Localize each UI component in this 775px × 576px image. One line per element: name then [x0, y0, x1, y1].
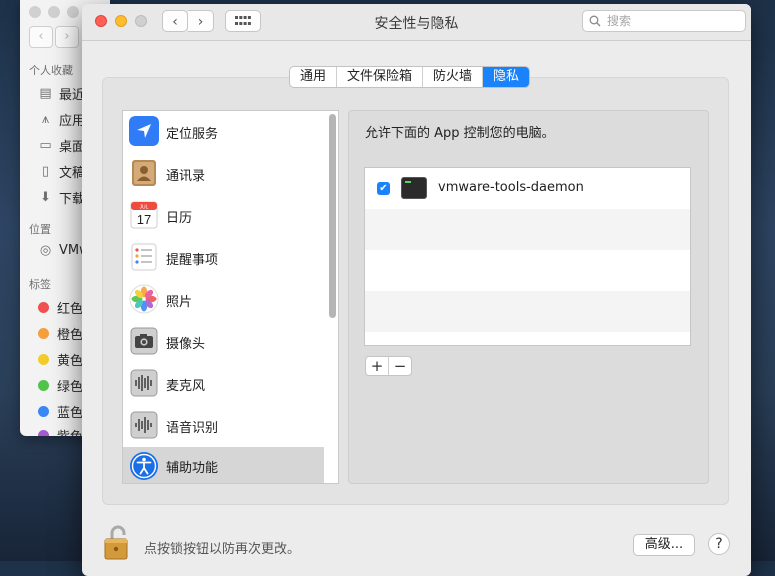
list-item-label: 语音识别	[166, 420, 219, 436]
finder-tag-orange[interactable]: 橙色	[38, 324, 83, 343]
finder-tag-label: 黄色	[57, 354, 84, 369]
download-icon: ⬇	[40, 190, 51, 205]
security-privacy-window: ‹ › 安全性与隐私 通用 文件保险箱 防火墙 隐私 定位服务	[82, 4, 751, 576]
list-item-photos[interactable]: 照片	[123, 279, 324, 321]
list-item-label: 摄像头	[166, 336, 206, 352]
list-item-calendar[interactable]: JUL 17 日历	[123, 195, 324, 237]
accessibility-icon	[130, 452, 158, 480]
title-bar: ‹ › 安全性与隐私	[82, 4, 751, 41]
scroll-thumb[interactable]	[329, 114, 336, 318]
search-input[interactable]	[605, 13, 729, 29]
calendar-month-text: JUL	[140, 205, 149, 211]
privacy-category-list[interactable]: 定位服务 通讯录 JUL17 日历 提醒事项 照片 摄像头 麦克风 语音识别	[122, 110, 339, 484]
tag-dot-icon	[38, 380, 49, 391]
desktop-icon: ▭	[39, 138, 52, 153]
empty-row	[365, 291, 690, 332]
finder-zoom-light[interactable]	[67, 6, 79, 18]
microphone-icon	[130, 369, 158, 397]
finder-item-documents[interactable]: ▯ 文稿	[38, 162, 85, 181]
finder-back-button[interactable]: ‹	[29, 26, 53, 48]
list-item-label: 照片	[166, 294, 193, 310]
tag-dot-icon	[38, 406, 49, 417]
finder-tag-label: 紫色	[57, 426, 83, 436]
finder-tag-purple[interactable]: 紫色	[38, 426, 83, 436]
app-name: vmware-tools-daemon	[438, 180, 584, 195]
disc-icon: ◎	[39, 243, 52, 258]
finder-forward-button[interactable]: ›	[55, 26, 79, 48]
list-item-label: 麦克风	[166, 378, 206, 394]
finder-minimize-light[interactable]	[48, 6, 60, 18]
advanced-button[interactable]: 高级...	[633, 534, 695, 556]
empty-row	[365, 209, 690, 250]
finder-item-applications[interactable]: ⩚ 应用	[38, 110, 85, 129]
finder-tag-yellow[interactable]: 黄色	[38, 350, 83, 369]
terminal-icon	[401, 177, 427, 199]
list-item-accessibility[interactable]: 辅助功能	[123, 447, 324, 483]
camera-icon	[130, 327, 158, 355]
document-icon: ▯	[41, 164, 50, 179]
photos-icon	[129, 284, 159, 314]
finder-close-light[interactable]	[29, 6, 41, 18]
calendar-icon: JUL17	[130, 201, 158, 229]
finder-tag-label: 橙色	[57, 328, 84, 343]
add-remove-control: + −	[365, 356, 412, 376]
finder-item-desktop[interactable]: ▭ 桌面	[38, 136, 85, 155]
list-item-speech-recognition[interactable]: 语音识别	[123, 405, 324, 447]
detail-description: 允许下面的 App 控制您的电脑。	[365, 126, 555, 141]
contacts-icon	[132, 160, 156, 186]
list-scrollbar[interactable]	[327, 112, 336, 483]
help-button[interactable]: ?	[708, 533, 730, 555]
list-item-label: 日历	[166, 210, 193, 226]
clock-icon: ▤	[39, 86, 52, 101]
list-item-location-services[interactable]: 定位服务	[123, 111, 324, 153]
tag-dot-icon	[38, 430, 49, 436]
list-item-label: 定位服务	[166, 126, 219, 142]
list-item-camera[interactable]: 摄像头	[123, 321, 324, 363]
tag-dot-icon	[38, 302, 49, 313]
finder-tag-green[interactable]: 绿色	[38, 376, 83, 395]
finder-tag-blue[interactable]: 蓝色	[38, 402, 83, 421]
finder-item-recents[interactable]: ▤ 最近	[38, 84, 85, 103]
tag-dot-icon	[38, 328, 49, 339]
list-item-reminders[interactable]: 提醒事项	[123, 237, 324, 279]
applications-icon: ⩚	[41, 112, 50, 127]
finder-item-downloads[interactable]: ⬇ 下载	[38, 188, 85, 207]
allowed-apps-list[interactable]: ✔ vmware-tools-daemon	[364, 167, 691, 346]
list-item-label: 提醒事项	[166, 252, 219, 268]
list-item-contacts[interactable]: 通讯录	[123, 153, 324, 195]
table-row[interactable]: ✔ vmware-tools-daemon	[365, 168, 690, 209]
location-icon	[129, 116, 159, 146]
empty-row	[365, 250, 690, 291]
tab-privacy[interactable]: 隐私	[483, 67, 530, 87]
finder-tag-label: 绿色	[57, 380, 84, 395]
finder-tag-label: 蓝色	[57, 406, 84, 421]
finder-tag-red[interactable]: 红色	[38, 298, 83, 317]
finder-section-locations: 位置	[29, 223, 51, 236]
list-item-label: 通讯录	[166, 168, 206, 184]
checkmark-icon: ✔	[379, 183, 388, 194]
finder-section-favorites: 个人收藏	[29, 64, 73, 77]
reminders-icon	[131, 243, 157, 271]
remove-button[interactable]: −	[389, 357, 411, 375]
tab-general[interactable]: 通用	[290, 67, 338, 87]
tab-firewall[interactable]: 防火墙	[423, 67, 484, 87]
speech-recognition-icon	[130, 411, 158, 439]
tag-dot-icon	[38, 354, 49, 365]
search-icon	[589, 15, 601, 27]
list-item-microphone[interactable]: 麦克风	[123, 363, 324, 405]
lock-icon[interactable]	[103, 523, 133, 563]
tab-filevault[interactable]: 文件保险箱	[337, 67, 424, 87]
list-item-label: 辅助功能	[166, 460, 219, 476]
finder-tag-label: 红色	[57, 302, 84, 317]
finder-section-tags: 标签	[29, 278, 51, 291]
tab-bar: 通用 文件保险箱 防火墙 隐私	[289, 66, 531, 88]
search-field[interactable]	[582, 10, 746, 32]
calendar-day-text: 17	[137, 212, 151, 227]
add-button[interactable]: +	[366, 357, 389, 375]
app-enable-checkbox[interactable]: ✔	[377, 182, 390, 195]
lock-hint-text: 点按锁按钮以防再次更改。	[144, 542, 301, 557]
